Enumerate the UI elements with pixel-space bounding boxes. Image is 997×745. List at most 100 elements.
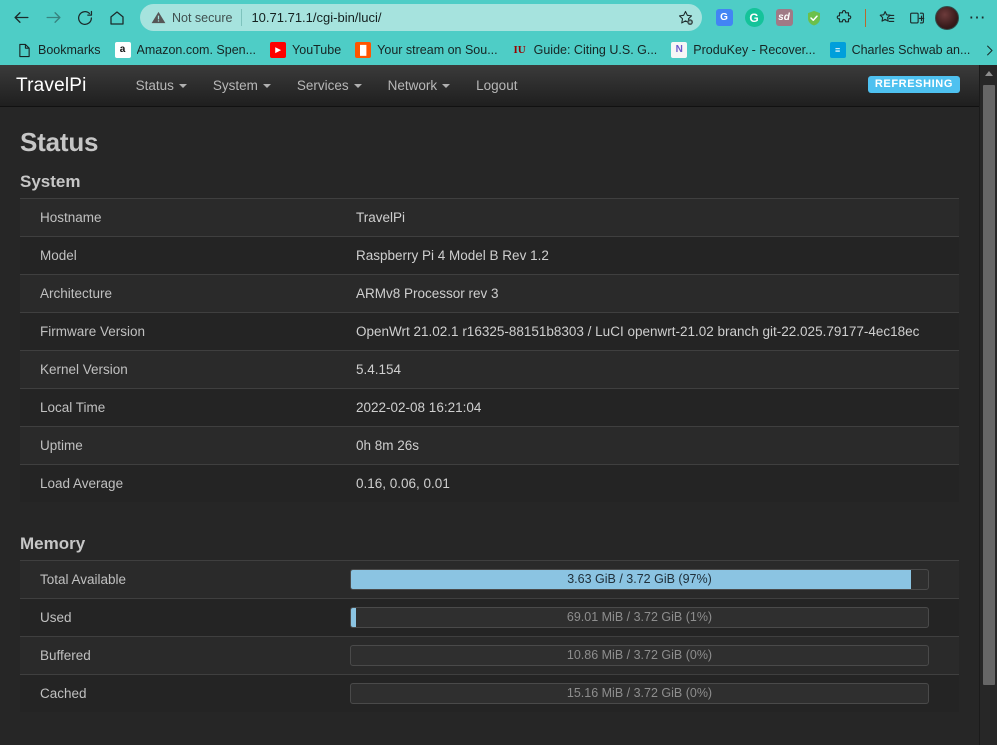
bookmark-item-amazon[interactable]: a Amazon.com. Spen... bbox=[108, 39, 264, 61]
google-translate-glyph: G bbox=[715, 9, 733, 26]
table-row: Architecture ARMv8 Processor rev 3 bbox=[20, 274, 959, 313]
google-translate-extension[interactable]: G bbox=[710, 4, 738, 32]
omnibox-divider bbox=[241, 9, 243, 26]
soundcloud-icon: █ bbox=[355, 42, 372, 58]
luci-navbar: TravelPi Status System Services Network … bbox=[0, 65, 979, 107]
main-content: Status System Hostname TravelPi Model Raspb… bbox=[0, 127, 979, 712]
grammarly-extension[interactable]: G bbox=[740, 4, 768, 32]
bookmark-item-bookmarks[interactable]: Bookmarks bbox=[9, 39, 108, 61]
folder-page-icon bbox=[16, 42, 32, 58]
table-row: Uptime 0h 8m 26s bbox=[20, 426, 959, 465]
memory-info-table: Total Available 3.63 GiB / 3.72 GiB (97%)… bbox=[20, 560, 959, 712]
row-key: Firmware Version bbox=[40, 324, 146, 339]
page-title: Status bbox=[20, 127, 99, 157]
nav-label: Services bbox=[296, 78, 349, 93]
address-bar[interactable]: Not secure 10.71.71.1/cgi-bin/luci/ bbox=[140, 4, 702, 31]
row-key: Hostname bbox=[40, 210, 102, 225]
row-value: 0.16, 0.06, 0.01 bbox=[356, 476, 450, 491]
bookmark-label: Guide: Citing U.S. G... bbox=[533, 43, 658, 57]
table-row: Kernel Version 5.4.154 bbox=[20, 350, 959, 389]
home-button[interactable] bbox=[102, 3, 132, 33]
progress-label: 15.16 MiB / 3.72 GiB (0%) bbox=[566, 686, 713, 701]
produkey-glyph: N bbox=[675, 44, 683, 55]
progress-cell: 15.16 MiB / 3.72 GiB (0%) bbox=[340, 675, 959, 713]
reload-button[interactable] bbox=[70, 3, 100, 33]
brand-title[interactable]: TravelPi bbox=[16, 75, 87, 97]
bookmark-label: Bookmarks bbox=[38, 43, 101, 57]
bookmark-item-soundcloud[interactable]: █ Your stream on Sou... bbox=[348, 39, 504, 61]
row-key: Uptime bbox=[40, 438, 83, 453]
table-row: Total Available 3.63 GiB / 3.72 GiB (97%) bbox=[20, 560, 959, 599]
progress-bar: 3.63 GiB / 3.72 GiB (97%) bbox=[350, 569, 929, 590]
status-badge[interactable]: REFRESHING bbox=[867, 76, 960, 94]
progress-cell: 10.86 MiB / 3.72 GiB (0%) bbox=[340, 637, 959, 675]
nav-item-services[interactable]: Services bbox=[284, 65, 375, 107]
stands-adblocker-extension[interactable]: sd bbox=[770, 4, 798, 32]
system-info-table: Hostname TravelPi Model Raspberry Pi 4 Mode… bbox=[20, 198, 959, 502]
bookmark-item-charles-schwab[interactable]: ≡ Charles Schwab an... bbox=[823, 39, 978, 61]
bookmarks-bar: Bookmarks a Amazon.com. Spen... ▶ YouTub… bbox=[0, 35, 997, 65]
star-add-icon[interactable] bbox=[672, 6, 698, 30]
toolbar-divider bbox=[865, 8, 866, 27]
youtube-icon: ▶ bbox=[270, 42, 287, 58]
scrollbar-up-button[interactable] bbox=[980, 65, 997, 82]
progress-label: 69.01 MiB / 3.72 GiB (1%) bbox=[566, 610, 713, 625]
settings-more-icon[interactable]: ⋯ bbox=[963, 4, 991, 32]
row-value: 0h 8m 26s bbox=[356, 438, 420, 453]
bookmark-item-produkey[interactable]: N ProduKey - Recover... bbox=[664, 39, 822, 61]
row-value: Raspberry Pi 4 Model B Rev 1.2 bbox=[356, 248, 549, 263]
progress-bar: 15.16 MiB / 3.72 GiB (0%) bbox=[350, 683, 929, 704]
avatar bbox=[935, 5, 959, 30]
charles-schwab-icon: ≡ bbox=[829, 42, 846, 58]
row-key: Load Average bbox=[40, 476, 124, 491]
forward-button[interactable] bbox=[38, 3, 68, 33]
row-key: Kernel Version bbox=[40, 362, 128, 377]
back-button[interactable] bbox=[6, 3, 36, 33]
bookmark-item-youtube[interactable]: ▶ YouTube bbox=[263, 39, 348, 61]
nav-label: Logout bbox=[476, 78, 518, 93]
row-key: Total Available bbox=[40, 572, 127, 587]
page-viewport: TravelPi Status System Services Network … bbox=[0, 65, 997, 745]
nav-item-logout[interactable]: Logout bbox=[463, 65, 530, 107]
table-row: Used 69.01 MiB / 3.72 GiB (1%) bbox=[20, 598, 959, 637]
profile-avatar[interactable] bbox=[933, 4, 961, 32]
chevron-up-icon bbox=[984, 71, 993, 76]
row-value: TravelPi bbox=[356, 210, 406, 225]
youtube-glyph: ▶ bbox=[275, 46, 281, 54]
security-indicator[interactable]: Not secure bbox=[151, 10, 232, 25]
split-screen-icon[interactable] bbox=[903, 4, 931, 32]
amazon-icon: a bbox=[114, 42, 131, 58]
nav-item-system[interactable]: System bbox=[200, 65, 284, 107]
bookmark-label: YouTube bbox=[292, 43, 342, 57]
row-key: Used bbox=[40, 610, 72, 625]
extensions-puzzle-icon[interactable] bbox=[830, 4, 858, 32]
progress-bar: 69.01 MiB / 3.72 GiB (1%) bbox=[350, 607, 929, 628]
row-value: 2022-02-08 16:21:04 bbox=[356, 400, 482, 415]
table-row: Buffered 10.86 MiB / 3.72 GiB (0%) bbox=[20, 636, 959, 675]
table-row: Hostname TravelPi bbox=[20, 198, 959, 237]
browser-chrome: Not secure 10.71.71.1/cgi-bin/luci/ G G … bbox=[0, 0, 997, 65]
row-key: Architecture bbox=[40, 286, 113, 301]
row-key: Model bbox=[40, 248, 77, 263]
table-row: Cached 15.16 MiB / 3.72 GiB (0%) bbox=[20, 674, 959, 713]
row-value: 5.4.154 bbox=[356, 362, 402, 377]
url-text[interactable]: 10.71.71.1/cgi-bin/luci/ bbox=[251, 10, 672, 25]
scrollbar-thumb[interactable] bbox=[983, 85, 995, 685]
bookmark-item-iu-guide[interactable]: IU Guide: Citing U.S. G... bbox=[505, 39, 665, 61]
nav-label: System bbox=[212, 78, 258, 93]
nav-item-status[interactable]: Status bbox=[123, 65, 200, 107]
security-label: Not secure bbox=[172, 10, 233, 25]
chevron-down-icon bbox=[353, 83, 362, 88]
iu-glyph: IU bbox=[513, 43, 526, 56]
progress-bar: 10.86 MiB / 3.72 GiB (0%) bbox=[350, 645, 929, 666]
chevron-down-icon bbox=[442, 83, 451, 88]
nav-item-network[interactable]: Network bbox=[375, 65, 464, 107]
shield-extension[interactable] bbox=[800, 4, 828, 32]
chevron-right-icon[interactable] bbox=[977, 38, 997, 62]
progress-label: 3.63 GiB / 3.72 GiB (97%) bbox=[567, 572, 712, 587]
schwab-glyph: ≡ bbox=[834, 44, 841, 55]
chevron-down-icon bbox=[262, 83, 271, 88]
page-scrollbar[interactable] bbox=[979, 65, 997, 745]
collections-icon[interactable] bbox=[873, 4, 901, 32]
bookmark-label: Your stream on Sou... bbox=[377, 43, 498, 57]
